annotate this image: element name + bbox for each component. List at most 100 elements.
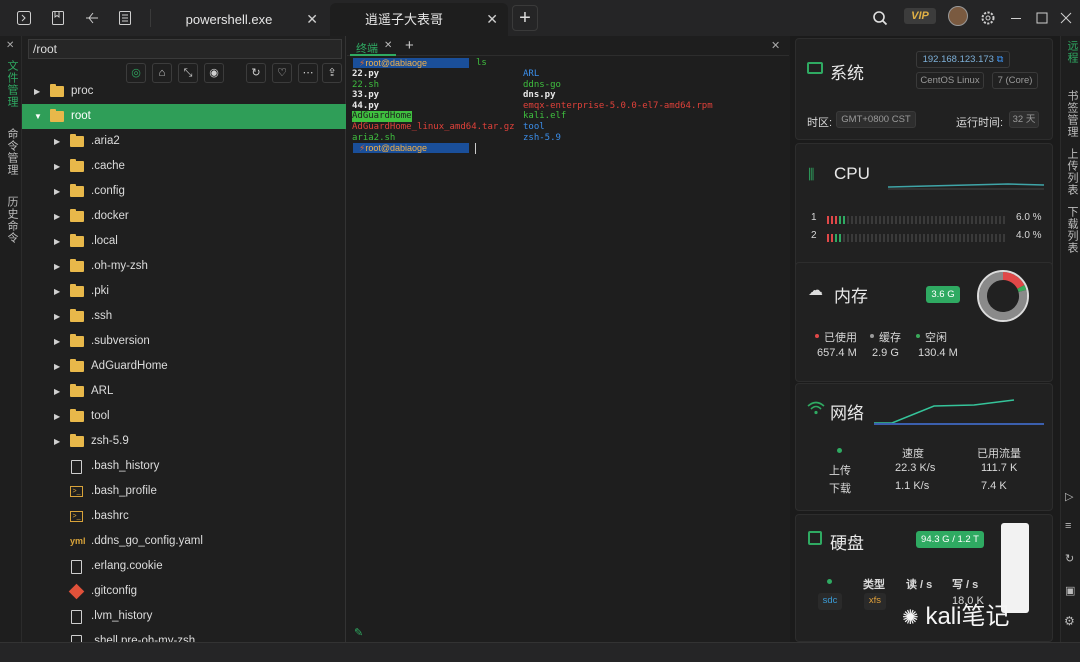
file-tree-row[interactable]: .bash_history xyxy=(22,454,346,479)
cpu-segment xyxy=(835,216,837,224)
file-tree-row[interactable]: ▶ .config xyxy=(22,179,346,204)
cpu-segment xyxy=(975,234,977,242)
file-tree-row[interactable]: ▶ .local xyxy=(22,229,346,254)
caret-right-icon[interactable]: ▶ xyxy=(54,129,60,154)
cpu-segment xyxy=(871,234,873,242)
file-tree-row[interactable]: ▶ .subversion xyxy=(22,329,346,354)
new-tab-button[interactable]: + xyxy=(512,5,538,31)
legend-dot xyxy=(870,334,874,338)
caret-right-icon[interactable]: ▶ xyxy=(54,279,60,304)
file-tree-row[interactable]: .shell.pre-oh-my-zsh xyxy=(22,629,346,642)
tab-terminal[interactable]: 终端 ✕ xyxy=(350,36,396,56)
refresh-icon[interactable]: ↻ xyxy=(1065,552,1074,565)
file-tree-row[interactable]: ▶ ARL xyxy=(22,379,346,404)
caret-right-icon[interactable]: ▶ xyxy=(54,304,60,329)
sidebar-tab-file-manager[interactable]: 文件管理 xyxy=(4,60,20,108)
list-icon[interactable]: ≡ xyxy=(1065,520,1071,532)
system-title: 系统 xyxy=(830,64,864,83)
cpu-segment xyxy=(963,234,965,242)
vip-badge[interactable]: VIP xyxy=(904,8,936,24)
gear-icon[interactable]: ⚙ xyxy=(1064,614,1075,628)
caret-right-icon[interactable]: ▶ xyxy=(54,404,60,429)
close-icon[interactable]: ✕ xyxy=(486,3,498,36)
close-icon[interactable]: ✕ xyxy=(6,40,14,51)
save-icon[interactable]: ▣ xyxy=(1065,584,1075,597)
close-icon[interactable]: ✕ xyxy=(306,3,318,36)
caret-right-icon[interactable]: ▶ xyxy=(54,429,60,454)
document-icon[interactable] xyxy=(117,10,133,26)
cpu-segment xyxy=(987,216,989,224)
file-tree-row[interactable]: ▶ AdGuardHome xyxy=(22,354,346,379)
memory-card: ☁ 内存 3.6 G 已使用 657.4 M 缓存 2.9 G 空闲 130.4 M xyxy=(795,262,1053,382)
folder-icon xyxy=(70,209,84,222)
file-icon xyxy=(71,635,82,642)
add-terminal-button[interactable]: + xyxy=(405,37,414,54)
right-sidebar-strip: 远程 书签管理 上传列表 下载列表 ▷ ≡ ↻ ▣ ⚙ xyxy=(1060,36,1080,642)
file-tree-row[interactable]: ▼ root xyxy=(22,104,346,129)
file-tree-row[interactable]: >_ .bash_profile xyxy=(22,479,346,504)
tab-powershell[interactable]: powershell.exe ✕ xyxy=(160,3,328,36)
file-name: .config xyxy=(91,185,125,197)
file-tree-row[interactable]: ▶ .docker xyxy=(22,204,346,229)
caret-right-icon[interactable]: ▶ xyxy=(54,354,60,379)
maximize-icon[interactable] xyxy=(1034,10,1050,26)
file-name: .bash_profile xyxy=(91,485,157,497)
file-tree-row[interactable]: ▶ zsh-5.9 xyxy=(22,429,346,454)
avatar[interactable] xyxy=(948,6,968,26)
ls-entry: 22.sh xyxy=(352,79,380,90)
sidebar-tab-remote[interactable]: 远程 xyxy=(1064,40,1080,64)
caret-right-icon[interactable]: ▶ xyxy=(54,179,60,204)
gear-icon[interactable] xyxy=(980,10,996,26)
caret-right-icon[interactable]: ▶ xyxy=(54,229,60,254)
caret-right-icon[interactable]: ▶ xyxy=(34,79,40,104)
caret-right-icon[interactable]: ▶ xyxy=(54,154,60,179)
folder-icon xyxy=(70,384,84,397)
cpu-segment xyxy=(839,234,841,242)
caret-right-icon[interactable]: ▶ xyxy=(54,329,60,354)
tab-server[interactable]: 逍遥子大表哥 ✕ xyxy=(330,3,508,36)
close-panel-icon[interactable]: ✕ xyxy=(771,39,780,52)
path-input[interactable]: /root xyxy=(28,39,342,59)
file-tree-row[interactable]: .lvm_history xyxy=(22,604,346,629)
sidebar-tab-uploads[interactable]: 上传列表 xyxy=(1064,148,1080,196)
copy-icon[interactable]: ⧉ xyxy=(997,54,1004,65)
cpu-segment xyxy=(991,234,993,242)
ip-badge[interactable]: 192.168.123.173 ⧉ xyxy=(916,51,1010,68)
cpu-segment xyxy=(875,234,877,242)
file-tree-row[interactable]: ▶ .ssh xyxy=(22,304,346,329)
file-tree-row[interactable]: ▶ .cache xyxy=(22,154,346,179)
caret-right-icon[interactable]: ▶ xyxy=(54,254,60,279)
file-tree-row[interactable]: ▶ proc xyxy=(22,79,346,104)
file-tree-row[interactable]: .gitconfig xyxy=(22,579,346,604)
cpu-segment xyxy=(899,216,901,224)
file-tree-row[interactable]: >_ .bashrc xyxy=(22,504,346,529)
file-tree-row[interactable]: yml .ddns_go_config.yaml xyxy=(22,529,346,554)
pen-icon[interactable]: ✎ xyxy=(354,626,363,639)
cpu-segment xyxy=(955,234,957,242)
search-icon[interactable] xyxy=(872,10,888,26)
minimize-icon[interactable] xyxy=(1008,10,1024,26)
close-window-icon[interactable] xyxy=(1058,10,1074,26)
sidebar-tab-command-manager[interactable]: 命令管理 xyxy=(4,128,20,176)
file-tree-row[interactable]: .erlang.cookie xyxy=(22,554,346,579)
close-icon[interactable]: ✕ xyxy=(384,40,392,51)
file-tree-row[interactable]: ▶ .pki xyxy=(22,279,346,304)
sidebar-tab-bookmarks[interactable]: 书签管理 xyxy=(1064,90,1080,138)
cpu-segment xyxy=(1003,216,1005,224)
split-icon[interactable] xyxy=(84,10,100,26)
file-tree-row[interactable]: ▶ .oh-my-zsh xyxy=(22,254,346,279)
terminal-icon[interactable]: ▷ xyxy=(1065,490,1073,503)
folder-icon xyxy=(70,334,84,347)
bookmark-icon[interactable] xyxy=(50,10,66,26)
terminal-file-icon: >_ xyxy=(70,511,83,522)
file-tree-row[interactable]: ▶ .aria2 xyxy=(22,129,346,154)
terminal-icon[interactable] xyxy=(16,10,32,26)
caret-down-icon[interactable]: ▼ xyxy=(34,104,42,129)
cpu-segment xyxy=(959,216,961,224)
caret-right-icon[interactable]: ▶ xyxy=(54,204,60,229)
sidebar-tab-downloads[interactable]: 下载列表 xyxy=(1064,206,1080,254)
sidebar-tab-history[interactable]: 历史命令 xyxy=(4,196,20,244)
caret-right-icon[interactable]: ▶ xyxy=(54,379,60,404)
file-tree-row[interactable]: ▶ tool xyxy=(22,404,346,429)
network-card: 网络 速度 已用流量 上传 22.3 K/s 111.7 K 下载 1.1 K/s 7.4… xyxy=(795,383,1053,511)
